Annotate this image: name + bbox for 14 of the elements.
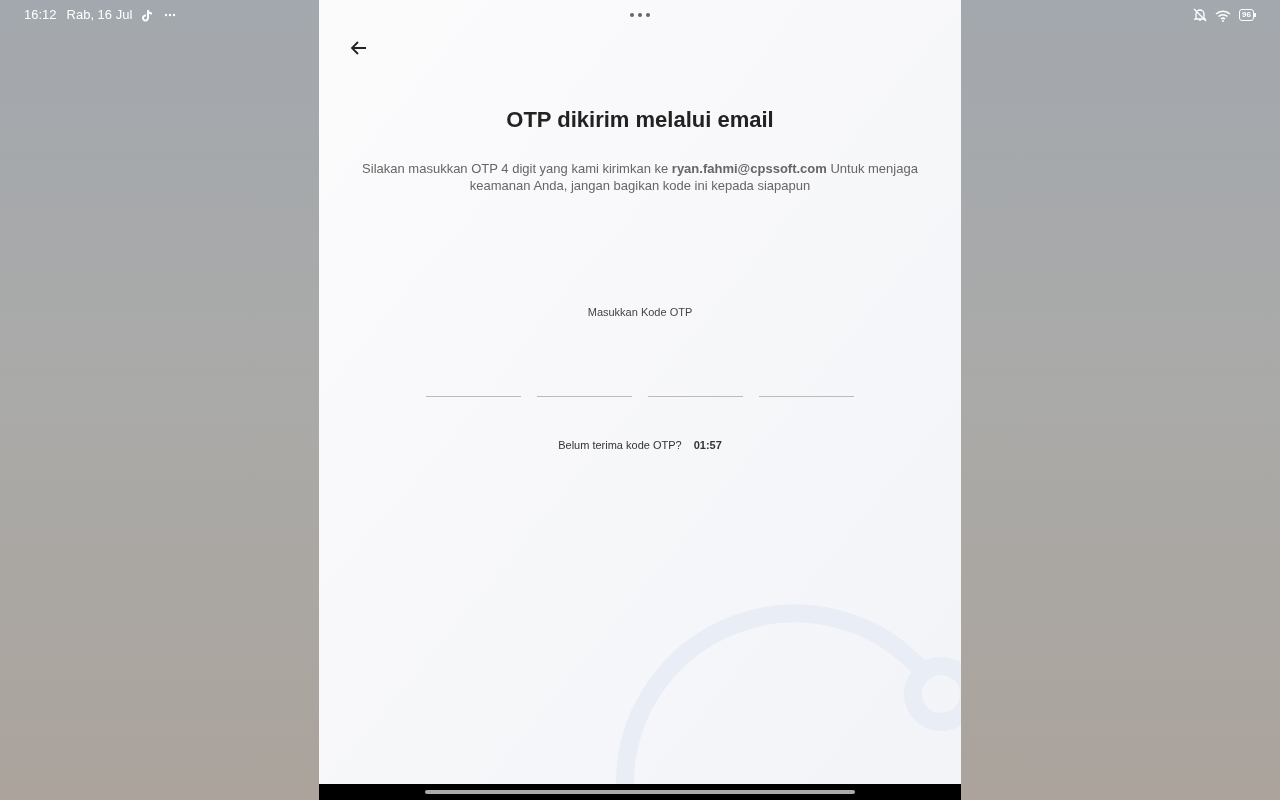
status-time: 16:12 [24,6,57,25]
battery-icon: 96 [1239,9,1256,21]
muted-bell-icon [1193,8,1208,22]
status-date: Rab, 16 Jul [66,6,133,25]
page-title: OTP dikirim melalui email [506,106,774,134]
instruction-text: Silakan masukkan OTP 4 digit yang kami kirimkan ke ryan.fahmi@cpssoft.com Untuk menjaga keamanan Anda, jangan bagikan kode ini kepada siapapun [361,160,919,194]
otp-label: Masukkan Kode OTP [587,305,693,320]
countdown-timer: 01:57 [693,437,722,453]
more-icon [164,13,177,17]
more-icon [629,12,651,18]
music-note-icon [142,8,155,22]
home-indicator[interactable] [425,790,855,794]
resend-prompt: Belum terima kode OTP? [558,437,682,453]
wifi-icon [1215,8,1232,22]
